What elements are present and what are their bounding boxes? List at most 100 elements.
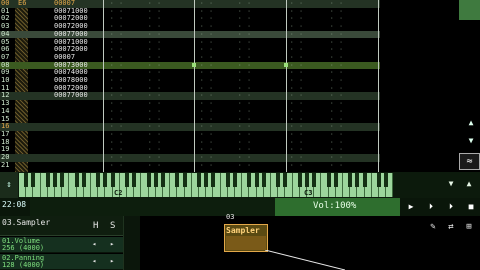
increase-icon[interactable]: ▸ <box>110 257 114 265</box>
empty-cell[interactable]: · · <box>200 0 214 8</box>
empty-cell[interactable]: · · <box>148 162 162 170</box>
empty-cell[interactable]: · · <box>330 116 344 124</box>
empty-cell[interactable]: · · <box>110 54 124 62</box>
empty-cell[interactable]: · · <box>110 15 124 23</box>
black-key[interactable] <box>103 173 108 187</box>
empty-cell[interactable]: · · <box>330 100 344 108</box>
empty-cell[interactable]: · · <box>290 39 304 47</box>
empty-cell[interactable]: · · <box>200 46 214 54</box>
black-key[interactable] <box>355 173 360 187</box>
play-button[interactable]: ▶ <box>405 201 417 213</box>
empty-cell[interactable]: · · <box>238 54 252 62</box>
empty-cell[interactable]: · · <box>238 46 252 54</box>
black-key[interactable] <box>247 173 252 187</box>
empty-cell[interactable]: · · <box>200 162 214 170</box>
empty-cell[interactable]: · · <box>330 123 344 131</box>
empty-cell[interactable]: · · <box>200 23 214 31</box>
empty-cell[interactable]: · · <box>148 0 162 8</box>
empty-cell[interactable]: · · <box>290 108 304 116</box>
black-key[interactable] <box>211 173 216 187</box>
panel-divider[interactable] <box>123 216 140 270</box>
black-key[interactable] <box>261 173 266 187</box>
black-key[interactable] <box>81 173 86 187</box>
pattern-row[interactable]: 19 · · · · · · · · · · · · <box>0 146 380 154</box>
empty-cell[interactable]: · · <box>200 39 214 47</box>
black-key[interactable] <box>233 173 237 187</box>
empty-cell[interactable]: · · <box>290 154 304 162</box>
octave-down-button[interactable]: ▼ <box>444 178 458 190</box>
black-key[interactable] <box>110 173 115 187</box>
empty-cell[interactable]: · · <box>110 131 124 139</box>
empty-cell[interactable]: · · <box>110 8 124 16</box>
empty-cell[interactable]: · · <box>200 146 214 154</box>
black-key[interactable] <box>45 173 50 187</box>
black-key[interactable] <box>225 173 230 187</box>
decrease-icon[interactable]: ◂ <box>92 257 96 265</box>
scroll-down-button[interactable]: ▼ <box>465 136 477 146</box>
black-key[interactable] <box>384 173 389 187</box>
black-key[interactable] <box>377 173 381 187</box>
stop-button[interactable]: ■ <box>465 201 477 213</box>
pattern-cell[interactable]: 00077000 <box>54 92 88 100</box>
note-cell[interactable]: E6 <box>18 0 26 8</box>
empty-cell[interactable]: · · <box>290 100 304 108</box>
empty-cell[interactable]: · · <box>110 23 124 31</box>
pattern-row[interactable]: 12 00077000 · · · · · · · · · · · · <box>0 92 380 101</box>
empty-cell[interactable]: · · <box>290 8 304 16</box>
empty-cell[interactable]: · · <box>238 62 252 70</box>
empty-cell[interactable]: · · <box>110 31 124 39</box>
pattern-row[interactable]: 16 · · · · · · · · · · · · <box>0 122 380 131</box>
play-pattern-button[interactable]: ⏵ <box>425 201 437 213</box>
empty-cell[interactable]: · · <box>290 85 304 93</box>
empty-cell[interactable]: · · <box>148 131 162 139</box>
empty-cell[interactable]: · · <box>148 62 162 70</box>
empty-cell[interactable]: · · <box>238 154 252 162</box>
black-key[interactable] <box>348 173 353 187</box>
empty-cell[interactable]: · · <box>238 162 252 170</box>
empty-cell[interactable]: · · <box>238 15 252 23</box>
empty-cell[interactable]: · · <box>110 116 124 124</box>
empty-cell[interactable]: · · <box>148 69 162 77</box>
empty-cell[interactable]: · · <box>148 54 162 62</box>
empty-cell[interactable]: · · <box>110 92 124 100</box>
black-key[interactable] <box>146 173 151 187</box>
empty-cell[interactable]: · · <box>110 69 124 77</box>
empty-cell[interactable]: · · <box>110 146 124 154</box>
empty-cell[interactable]: · · <box>148 46 162 54</box>
pattern-row[interactable]: 13 · · · · · · · · · · · · <box>0 99 380 108</box>
empty-cell[interactable]: · · <box>290 131 304 139</box>
empty-cell[interactable]: · · <box>290 162 304 170</box>
empty-cell[interactable]: · · <box>290 69 304 77</box>
empty-cell[interactable]: · · <box>238 39 252 47</box>
empty-cell[interactable]: · · <box>290 31 304 39</box>
empty-cell[interactable]: · · <box>290 0 304 8</box>
empty-cell[interactable]: · · <box>238 123 252 131</box>
empty-cell[interactable]: · · <box>110 162 124 170</box>
empty-cell[interactable]: · · <box>290 116 304 124</box>
increase-icon[interactable]: ▸ <box>110 240 114 248</box>
empty-cell[interactable]: · · <box>200 62 214 70</box>
empty-cell[interactable]: · · <box>330 8 344 16</box>
param-volume[interactable]: 01.Volume 256 (4000) ◂ ▸ <box>0 237 123 253</box>
black-key[interactable] <box>283 173 288 187</box>
decrease-icon[interactable]: ◂ <box>92 240 96 248</box>
grid-icon[interactable]: ⊞ <box>462 222 476 234</box>
empty-cell[interactable]: · · <box>330 15 344 23</box>
black-key[interactable] <box>96 173 101 187</box>
black-key[interactable] <box>305 173 309 187</box>
empty-cell[interactable]: · · <box>290 23 304 31</box>
black-key[interactable] <box>204 173 209 187</box>
empty-cell[interactable]: · · <box>330 146 344 154</box>
empty-cell[interactable]: · · <box>290 54 304 62</box>
empty-cell[interactable]: · · <box>148 154 162 162</box>
black-key[interactable] <box>132 173 137 187</box>
empty-cell[interactable]: · · <box>110 108 124 116</box>
black-key[interactable] <box>333 173 338 187</box>
empty-cell[interactable]: · · <box>290 46 304 54</box>
black-key[interactable] <box>161 173 165 187</box>
empty-cell[interactable]: · · <box>330 162 344 170</box>
empty-cell[interactable]: · · <box>110 100 124 108</box>
empty-cell[interactable]: · · <box>330 131 344 139</box>
octave-scroll-button[interactable]: ⇕ <box>0 172 18 198</box>
empty-cell[interactable]: · · <box>110 77 124 85</box>
